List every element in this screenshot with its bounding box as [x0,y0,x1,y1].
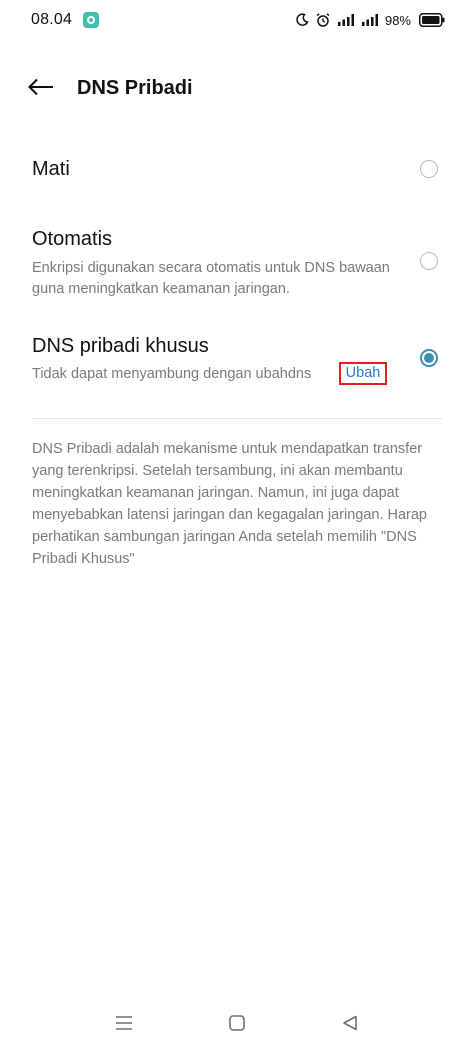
home-square-icon [228,1014,246,1037]
arrow-left-icon [28,78,54,101]
alarm-icon [315,12,331,28]
battery-percent: 98% [384,12,411,28]
option-custom-dns[interactable]: DNS pribadi khusus Tidak dapat menyambun… [0,320,474,400]
navigation-bar [0,1004,474,1044]
divider [32,418,442,419]
signal-icon [337,13,355,27]
option-off-radio[interactable] [420,160,438,178]
info-text: DNS Pribadi adalah mekanisme untuk menda… [32,441,427,567]
status-time: 08.04 [31,11,73,28]
option-automatic-description: Enkripsi digunakan secara otomatis untuk… [32,260,390,297]
change-dns-link[interactable]: Ubah [339,362,387,385]
option-off[interactable]: Mati [0,140,474,200]
status-bar: 08.04 98% [0,0,474,40]
option-custom-dns-radio[interactable] [420,349,438,367]
option-custom-dns-description: Tidak dapat menyambung dengan ubahdns [32,366,312,382]
back-triangle-icon [341,1014,359,1037]
screen: 08.04 98% DNS Pribadi Mati Otomatis Enkr… [0,0,474,1053]
option-automatic[interactable]: Otomatis Enkripsi digunakan secara otoma… [0,214,474,306]
page-title: DNS Pribadi [77,77,193,99]
status-icons: 98% [295,10,445,30]
option-automatic-title: Otomatis [32,228,113,250]
moon-icon [295,13,309,27]
menu-icon [114,1015,134,1036]
signal-icon [361,13,379,27]
header: DNS Pribadi [0,66,474,112]
battery-icon [419,13,445,27]
home-button[interactable] [226,1014,248,1036]
chat-app-icon [83,12,99,28]
option-off-title: Mati [32,158,70,180]
back-nav-button[interactable] [339,1014,361,1036]
menu-button[interactable] [113,1014,135,1036]
back-button[interactable] [24,74,58,104]
option-custom-dns-title: DNS pribadi khusus [32,335,209,357]
option-automatic-radio[interactable] [420,252,438,270]
